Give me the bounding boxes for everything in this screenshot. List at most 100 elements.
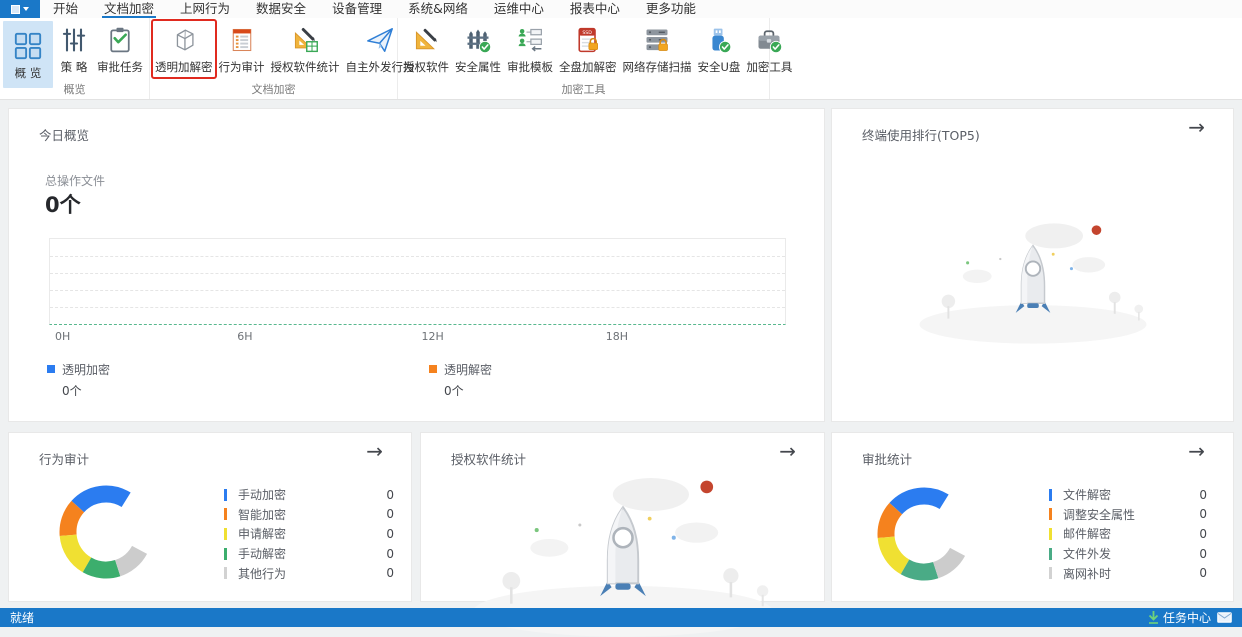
app-logo-icon bbox=[11, 4, 20, 14]
x-tick: 12H bbox=[421, 330, 444, 343]
legend-value: 0个 bbox=[444, 384, 464, 398]
chevron-down-icon bbox=[23, 7, 29, 11]
ribbon-button-label: 安全属性 bbox=[455, 60, 501, 74]
ribbon-button-approval-template[interactable]: 审批模板 bbox=[505, 21, 555, 77]
legend-item: 文件外发 0 bbox=[1049, 544, 1207, 564]
legend-item: 申请解密 0 bbox=[224, 524, 394, 544]
arrow-right-icon[interactable]: → bbox=[779, 441, 796, 461]
menu-bar: 开始 文档加密 上网行为 数据安全 设备管理 系统&网络 运维中心 报表中心 更… bbox=[0, 0, 1242, 18]
ribbon-group-label: 概览 bbox=[63, 83, 86, 96]
ribbon-button-label: 授权软件 bbox=[403, 60, 449, 74]
card-title: 今日概览 bbox=[39, 128, 90, 143]
ribbon-button-behavior-audit[interactable]: 行为审计 bbox=[217, 21, 267, 77]
overview-grid-icon bbox=[11, 30, 45, 62]
ribbon-button-label: 审批任务 bbox=[97, 60, 143, 74]
ribbon-button-label: 授权软件统计 bbox=[270, 60, 340, 74]
donut-legend: 文件解密 0 调整安全属性 0 邮件解密 0 文件外发 0 离网补时 0 bbox=[1049, 485, 1207, 583]
menu-item-data-security[interactable]: 数据安全 bbox=[243, 0, 319, 18]
arrow-right-icon[interactable]: → bbox=[1188, 117, 1205, 137]
x-tick: 6H bbox=[237, 330, 253, 343]
approval-template-orgchart-icon bbox=[513, 24, 547, 56]
chart-legend: 透明加密 0个 透明解密 0个 bbox=[47, 361, 784, 401]
menu-item-start[interactable]: 开始 bbox=[40, 0, 91, 18]
legend-item: 邮件解密 0 bbox=[1049, 524, 1207, 544]
task-center-label: 任务中心 bbox=[1162, 611, 1211, 625]
ribbon-group-doc-encryption: 透明加解密 行为审计 授权软件统计 自主外发行为 文档加密 bbox=[150, 18, 415, 99]
licensed-software-stats-icon bbox=[288, 24, 322, 56]
ribbon-button-label: 安全U盘 bbox=[697, 60, 741, 74]
ribbon-group-label: 加密工具 bbox=[561, 83, 606, 96]
menu-item-system-network[interactable]: 系统&网络 bbox=[395, 0, 481, 18]
dashboard-content: 今日概览 总操作文件 0个 0H 6H 12H 18H 透明加密 0个 透明解密 bbox=[0, 100, 1242, 637]
metric-label: 总操作文件 bbox=[45, 174, 106, 188]
svg-text:SSD: SSD bbox=[582, 30, 592, 36]
transparent-crypt-cube-icon bbox=[167, 24, 201, 56]
ribbon-button-approval-tasks[interactable]: 审批任务 bbox=[95, 21, 145, 77]
ribbon-button-label: 全盘加解密 bbox=[559, 60, 617, 74]
legend-item: 手动解密 0 bbox=[224, 544, 394, 564]
ribbon-button-label: 审批模板 bbox=[507, 60, 553, 74]
x-axis-ticks: 0H 6H 12H 18H bbox=[49, 330, 786, 344]
ribbon-button-licensed-software-stats[interactable]: 授权软件统计 bbox=[269, 21, 342, 77]
donut-legend: 手动加密 0 智能加密 0 申请解密 0 手动解密 0 其他行为 0 bbox=[224, 485, 394, 583]
card-today-overview: 今日概览 总操作文件 0个 0H 6H 12H 18H 透明加密 0个 透明解密 bbox=[8, 108, 825, 422]
ribbon-button-licensed-software[interactable]: 授权软件 bbox=[401, 21, 451, 77]
ribbon-button-secure-usb[interactable]: 安全U盘 bbox=[696, 21, 743, 77]
app-logo-button[interactable] bbox=[0, 0, 40, 18]
legend-item: 调整安全属性 0 bbox=[1049, 505, 1207, 525]
ribbon-button-label: 策 略 bbox=[60, 60, 88, 74]
legend-item: 智能加密 0 bbox=[224, 505, 394, 525]
card-licensed-software-stats: 授权软件统计 → bbox=[420, 432, 825, 637]
menu-item-ops-center[interactable]: 运维中心 bbox=[481, 0, 557, 18]
ribbon-group-overview: 概 览 策 略 审批任务 概览 bbox=[0, 18, 150, 99]
x-tick: 0H bbox=[55, 330, 71, 343]
legend-item: 透明解密 0个 bbox=[429, 361, 492, 399]
card-title: 审批统计 bbox=[862, 452, 913, 467]
legend-swatch-orange bbox=[429, 365, 437, 373]
menu-item-report-center[interactable]: 报表中心 bbox=[557, 0, 633, 18]
ribbon-spacer bbox=[770, 18, 1242, 99]
download-arrow-icon bbox=[1148, 611, 1159, 624]
strategy-sliders-icon bbox=[57, 24, 91, 56]
behavior-audit-donut-chart bbox=[51, 477, 161, 587]
licensed-software-pencil-icon bbox=[409, 24, 443, 56]
legend-item: 手动加密 0 bbox=[224, 485, 394, 505]
ribbon-button-network-storage-scan[interactable]: 网络存储扫描 bbox=[621, 21, 694, 77]
ribbon-group-crypt-tools: 授权软件 安全属性 审批模板 SSD 全盘加解密 网络存储扫描 安全U盘 加密工… bbox=[398, 18, 792, 99]
ribbon-button-overview[interactable]: 概 览 bbox=[3, 21, 53, 88]
ribbon-button-security-attribute[interactable]: 安全属性 bbox=[453, 21, 503, 77]
card-behavior-audit: 行为审计 → 手动加密 0 智能加密 0 申请解密 0 手动解密 0 其他行为 0 bbox=[8, 432, 412, 602]
legend-swatch-blue bbox=[47, 365, 55, 373]
legend-item: 离网补时 0 bbox=[1049, 563, 1207, 583]
ribbon-button-strategy[interactable]: 策 略 bbox=[55, 21, 93, 77]
security-attribute-fence-icon bbox=[461, 24, 495, 56]
card-terminal-usage-rank: 终端使用排行(TOP5) → bbox=[831, 108, 1234, 422]
ribbon-button-label: 行为审计 bbox=[218, 60, 265, 74]
menu-item-doc-encryption[interactable]: 文档加密 bbox=[91, 0, 167, 18]
ribbon-button-label: 网络存储扫描 bbox=[622, 60, 692, 74]
status-bar: 就绪 任务中心 bbox=[0, 608, 1242, 627]
ribbon-button-transparent-crypt[interactable]: 透明加解密 bbox=[151, 19, 217, 79]
menu-item-web-behavior[interactable]: 上网行为 bbox=[167, 0, 243, 18]
approval-stats-donut-chart bbox=[869, 479, 979, 589]
arrow-right-icon[interactable]: → bbox=[366, 441, 383, 461]
message-icon[interactable] bbox=[1217, 612, 1232, 623]
task-center-button[interactable]: 任务中心 bbox=[1148, 609, 1211, 626]
menu-item-device-mgmt[interactable]: 设备管理 bbox=[319, 0, 395, 18]
app-window: 开始 文档加密 上网行为 数据安全 设备管理 系统&网络 运维中心 报表中心 更… bbox=[0, 0, 1242, 637]
network-storage-scan-servers-icon bbox=[640, 24, 674, 56]
fulldisk-crypt-ssd-icon: SSD bbox=[571, 24, 605, 56]
metric-value: 0个 bbox=[45, 193, 81, 217]
approval-tasks-clipboard-icon bbox=[103, 24, 137, 56]
legend-value: 0个 bbox=[62, 384, 82, 398]
legend-item: 透明加密 0个 bbox=[47, 361, 110, 399]
ribbon-button-label: 概 览 bbox=[14, 65, 42, 80]
ribbon-group-label: 文档加密 bbox=[251, 83, 296, 96]
ribbon-button-fulldisk-crypt[interactable]: SSD 全盘加解密 bbox=[557, 21, 619, 77]
legend-item: 其他行为 0 bbox=[224, 563, 394, 583]
behavior-audit-list-icon bbox=[225, 24, 259, 56]
arrow-right-icon[interactable]: → bbox=[1188, 441, 1205, 461]
menu-item-more[interactable]: 更多功能 bbox=[633, 0, 709, 18]
secure-usb-drive-icon bbox=[702, 24, 736, 56]
legend-item: 文件解密 0 bbox=[1049, 485, 1207, 505]
